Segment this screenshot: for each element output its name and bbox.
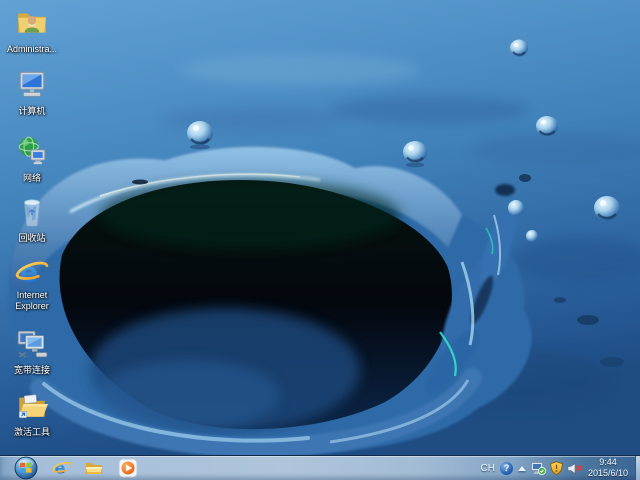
desktop-icon-administrator-folder[interactable]: Administra...	[2, 5, 62, 57]
clock-date: 2015/6/10	[583, 468, 633, 479]
svg-text:e: e	[55, 459, 66, 478]
desktop-icon-activation-tools[interactable]: 激活工具	[2, 388, 62, 440]
recycle-bin-icon	[15, 194, 49, 228]
computer-icon	[15, 67, 49, 101]
taskbar-windows-explorer-button[interactable]	[80, 456, 108, 480]
tray-network-connected-icon[interactable]	[531, 462, 546, 475]
tray-security-shield-icon[interactable]	[550, 461, 563, 475]
internet-explorer-icon: e	[52, 458, 72, 478]
folder-icon	[84, 458, 104, 478]
taskbar-media-player-button[interactable]	[114, 456, 142, 480]
show-desktop-button[interactable]	[635, 456, 640, 480]
windows-media-player-icon	[118, 458, 138, 478]
windows7-desktop: Administra... 计算机 网络	[0, 0, 640, 480]
wallpaper-water-splash	[0, 0, 640, 455]
taskbar-internet-explorer-button[interactable]: e	[48, 456, 76, 480]
ime-help-icon[interactable]: ?	[500, 462, 513, 475]
desktop-icon-label: 回收站	[18, 233, 45, 244]
taskbar-clock[interactable]: 9:44 2015/6/10	[583, 457, 633, 480]
system-tray: CH ?	[480, 456, 582, 480]
internet-explorer-icon: e	[15, 255, 49, 289]
desktop-icon-internet-explorer[interactable]: e Internet Explorer	[2, 255, 62, 314]
network-globe-icon	[15, 134, 49, 168]
desktop-icon-computer[interactable]: 计算机	[2, 67, 62, 119]
clock-time: 9:44	[583, 457, 633, 468]
language-indicator[interactable]: CH	[480, 463, 496, 474]
desktop-icon-label: 网络	[23, 173, 41, 184]
desktop-icon-network[interactable]: 网络	[2, 134, 62, 186]
desktop-icon-broadband-connection[interactable]: 宽带连接	[2, 326, 62, 378]
start-button[interactable]	[12, 456, 40, 480]
tray-volume-muted-icon[interactable]	[567, 462, 582, 475]
desktop-icon-label: 计算机	[18, 106, 45, 117]
taskbar: e CH ?	[0, 455, 640, 480]
desktop-icon-label: 宽带连接	[14, 365, 50, 376]
svg-text:e: e	[19, 256, 38, 289]
desktop-icon-recycle-bin[interactable]: 回收站	[2, 194, 62, 246]
desktop-icon-label: Internet Explorer	[3, 290, 61, 312]
desktop-icon-label: Administra...	[7, 44, 57, 55]
show-hidden-icons-button[interactable]	[518, 466, 526, 471]
user-folder-icon	[15, 5, 49, 39]
broadband-connection-icon	[15, 326, 49, 360]
windows-start-orb-icon	[14, 456, 38, 480]
activation-tools-folder-icon	[15, 388, 49, 422]
desktop-icon-label: 激活工具	[14, 427, 50, 438]
